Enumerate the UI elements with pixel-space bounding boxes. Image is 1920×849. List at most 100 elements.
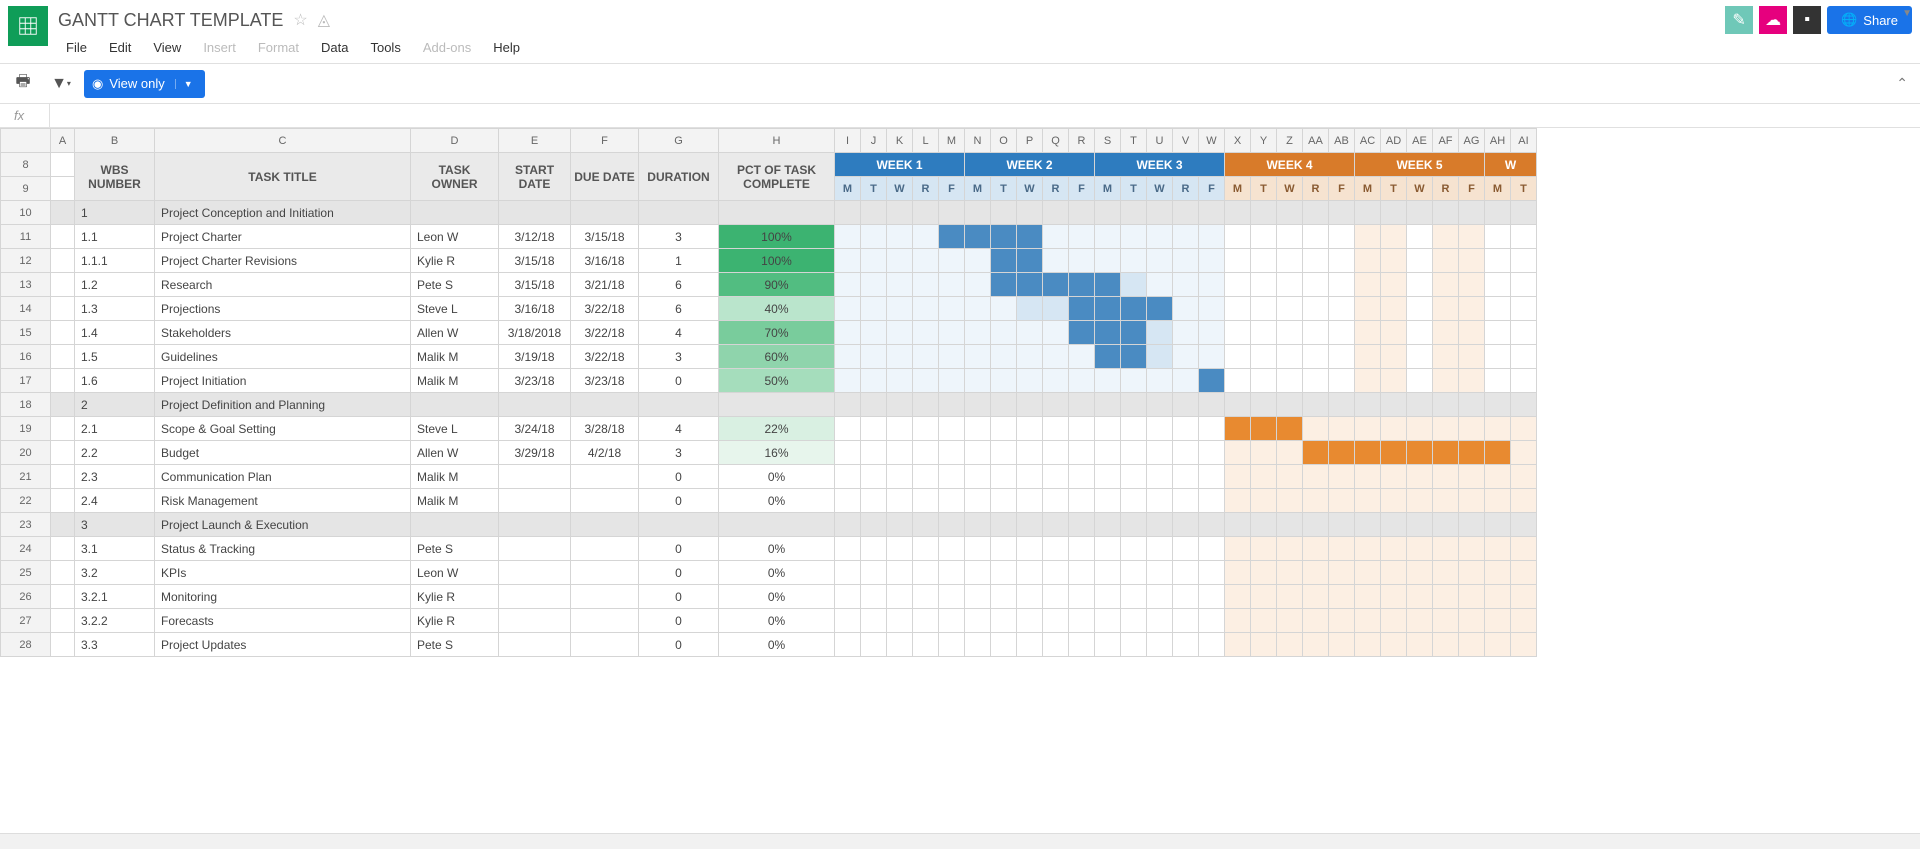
gantt-cell[interactable] bbox=[1459, 249, 1485, 273]
cell-wbs[interactable]: 1.6 bbox=[75, 369, 155, 393]
gantt-cell[interactable] bbox=[1433, 441, 1459, 465]
gantt-cell[interactable] bbox=[1043, 609, 1069, 633]
gantt-cell[interactable] bbox=[835, 441, 861, 465]
gantt-cell[interactable] bbox=[1043, 537, 1069, 561]
row-header-9[interactable]: 9 bbox=[1, 177, 51, 201]
gantt-cell[interactable] bbox=[1121, 297, 1147, 321]
col-header-O[interactable]: O bbox=[991, 129, 1017, 153]
gantt-cell[interactable] bbox=[1121, 633, 1147, 657]
cell-due[interactable]: 4/2/18 bbox=[571, 441, 639, 465]
gantt-cell[interactable] bbox=[887, 225, 913, 249]
gantt-cell[interactable] bbox=[835, 393, 861, 417]
gantt-cell[interactable] bbox=[1407, 537, 1433, 561]
gantt-cell[interactable] bbox=[1407, 513, 1433, 537]
cell-title[interactable]: KPIs bbox=[155, 561, 411, 585]
cell-wbs[interactable]: 1.3 bbox=[75, 297, 155, 321]
gantt-cell[interactable] bbox=[1147, 369, 1173, 393]
cell-start[interactable]: 3/23/18 bbox=[499, 369, 571, 393]
gantt-cell[interactable] bbox=[1329, 225, 1355, 249]
gantt-cell[interactable] bbox=[1121, 417, 1147, 441]
gantt-cell[interactable] bbox=[1225, 417, 1251, 441]
document-title[interactable]: GANTT CHART TEMPLATE bbox=[58, 10, 283, 31]
star-icon[interactable]: ☆ bbox=[293, 10, 307, 30]
gantt-cell[interactable] bbox=[861, 585, 887, 609]
gantt-cell[interactable] bbox=[1095, 273, 1121, 297]
cell[interactable] bbox=[51, 609, 75, 633]
gantt-cell[interactable] bbox=[1017, 369, 1043, 393]
gantt-cell[interactable] bbox=[991, 321, 1017, 345]
cell-title[interactable]: Project Definition and Planning bbox=[155, 393, 411, 417]
gantt-cell[interactable] bbox=[1433, 537, 1459, 561]
cell[interactable] bbox=[571, 201, 639, 225]
cell-due[interactable]: 3/22/18 bbox=[571, 321, 639, 345]
gantt-cell[interactable] bbox=[1381, 585, 1407, 609]
gantt-cell[interactable] bbox=[1225, 225, 1251, 249]
gantt-cell[interactable] bbox=[913, 441, 939, 465]
gantt-cell[interactable] bbox=[835, 633, 861, 657]
gantt-cell[interactable] bbox=[1199, 297, 1225, 321]
cell[interactable] bbox=[51, 201, 75, 225]
cell-start[interactable] bbox=[499, 465, 571, 489]
gantt-cell[interactable] bbox=[1277, 297, 1303, 321]
gantt-cell[interactable] bbox=[1407, 585, 1433, 609]
gantt-cell[interactable] bbox=[991, 609, 1017, 633]
gantt-cell[interactable] bbox=[887, 537, 913, 561]
gantt-cell[interactable] bbox=[1303, 465, 1329, 489]
gantt-cell[interactable] bbox=[991, 633, 1017, 657]
gantt-cell[interactable] bbox=[913, 489, 939, 513]
gantt-cell[interactable] bbox=[1147, 489, 1173, 513]
cell-duration[interactable]: 0 bbox=[639, 465, 719, 489]
cell-owner[interactable]: Pete S bbox=[411, 273, 499, 297]
gantt-cell[interactable] bbox=[1511, 489, 1537, 513]
gantt-cell[interactable] bbox=[965, 537, 991, 561]
cell[interactable] bbox=[639, 393, 719, 417]
gantt-cell[interactable] bbox=[1043, 249, 1069, 273]
gantt-cell[interactable] bbox=[1485, 369, 1511, 393]
cell-title[interactable]: Project Charter Revisions bbox=[155, 249, 411, 273]
menu-edit[interactable]: Edit bbox=[101, 36, 139, 59]
cell-duration[interactable]: 0 bbox=[639, 537, 719, 561]
col-header-X[interactable]: X bbox=[1225, 129, 1251, 153]
gantt-cell[interactable] bbox=[1121, 441, 1147, 465]
gantt-cell[interactable] bbox=[913, 273, 939, 297]
cell-duration[interactable]: 3 bbox=[639, 345, 719, 369]
gantt-cell[interactable] bbox=[1017, 321, 1043, 345]
gantt-cell[interactable] bbox=[1381, 417, 1407, 441]
cell[interactable] bbox=[411, 513, 499, 537]
gantt-cell[interactable] bbox=[1433, 417, 1459, 441]
gantt-cell[interactable] bbox=[1459, 537, 1485, 561]
col-header-G[interactable]: G bbox=[639, 129, 719, 153]
gantt-cell[interactable] bbox=[1355, 225, 1381, 249]
cell[interactable] bbox=[51, 177, 75, 201]
gantt-cell[interactable] bbox=[1043, 297, 1069, 321]
gantt-cell[interactable] bbox=[1407, 297, 1433, 321]
gantt-cell[interactable] bbox=[1303, 201, 1329, 225]
gantt-cell[interactable] bbox=[1381, 441, 1407, 465]
gantt-cell[interactable] bbox=[965, 417, 991, 441]
gantt-cell[interactable] bbox=[1069, 249, 1095, 273]
gantt-cell[interactable] bbox=[939, 585, 965, 609]
gantt-cell[interactable] bbox=[1355, 345, 1381, 369]
cell-due[interactable] bbox=[571, 561, 639, 585]
gantt-cell[interactable] bbox=[1459, 321, 1485, 345]
cell[interactable] bbox=[571, 513, 639, 537]
cell-duration[interactable]: 4 bbox=[639, 417, 719, 441]
gantt-cell[interactable] bbox=[1303, 633, 1329, 657]
gantt-cell[interactable] bbox=[1095, 489, 1121, 513]
cell-start[interactable]: 3/18/2018 bbox=[499, 321, 571, 345]
cell[interactable] bbox=[51, 561, 75, 585]
gantt-cell[interactable] bbox=[939, 393, 965, 417]
col-header-AA[interactable]: AA bbox=[1303, 129, 1329, 153]
gantt-cell[interactable] bbox=[1485, 513, 1511, 537]
gantt-cell[interactable] bbox=[1329, 441, 1355, 465]
cell-wbs[interactable]: 2.1 bbox=[75, 417, 155, 441]
gantt-cell[interactable] bbox=[887, 609, 913, 633]
gantt-cell[interactable] bbox=[939, 561, 965, 585]
gantt-cell[interactable] bbox=[1433, 297, 1459, 321]
gantt-cell[interactable] bbox=[1303, 225, 1329, 249]
gantt-cell[interactable] bbox=[1095, 201, 1121, 225]
gantt-cell[interactable] bbox=[1433, 201, 1459, 225]
gantt-cell[interactable] bbox=[1459, 297, 1485, 321]
gantt-cell[interactable] bbox=[965, 489, 991, 513]
gantt-cell[interactable] bbox=[835, 345, 861, 369]
